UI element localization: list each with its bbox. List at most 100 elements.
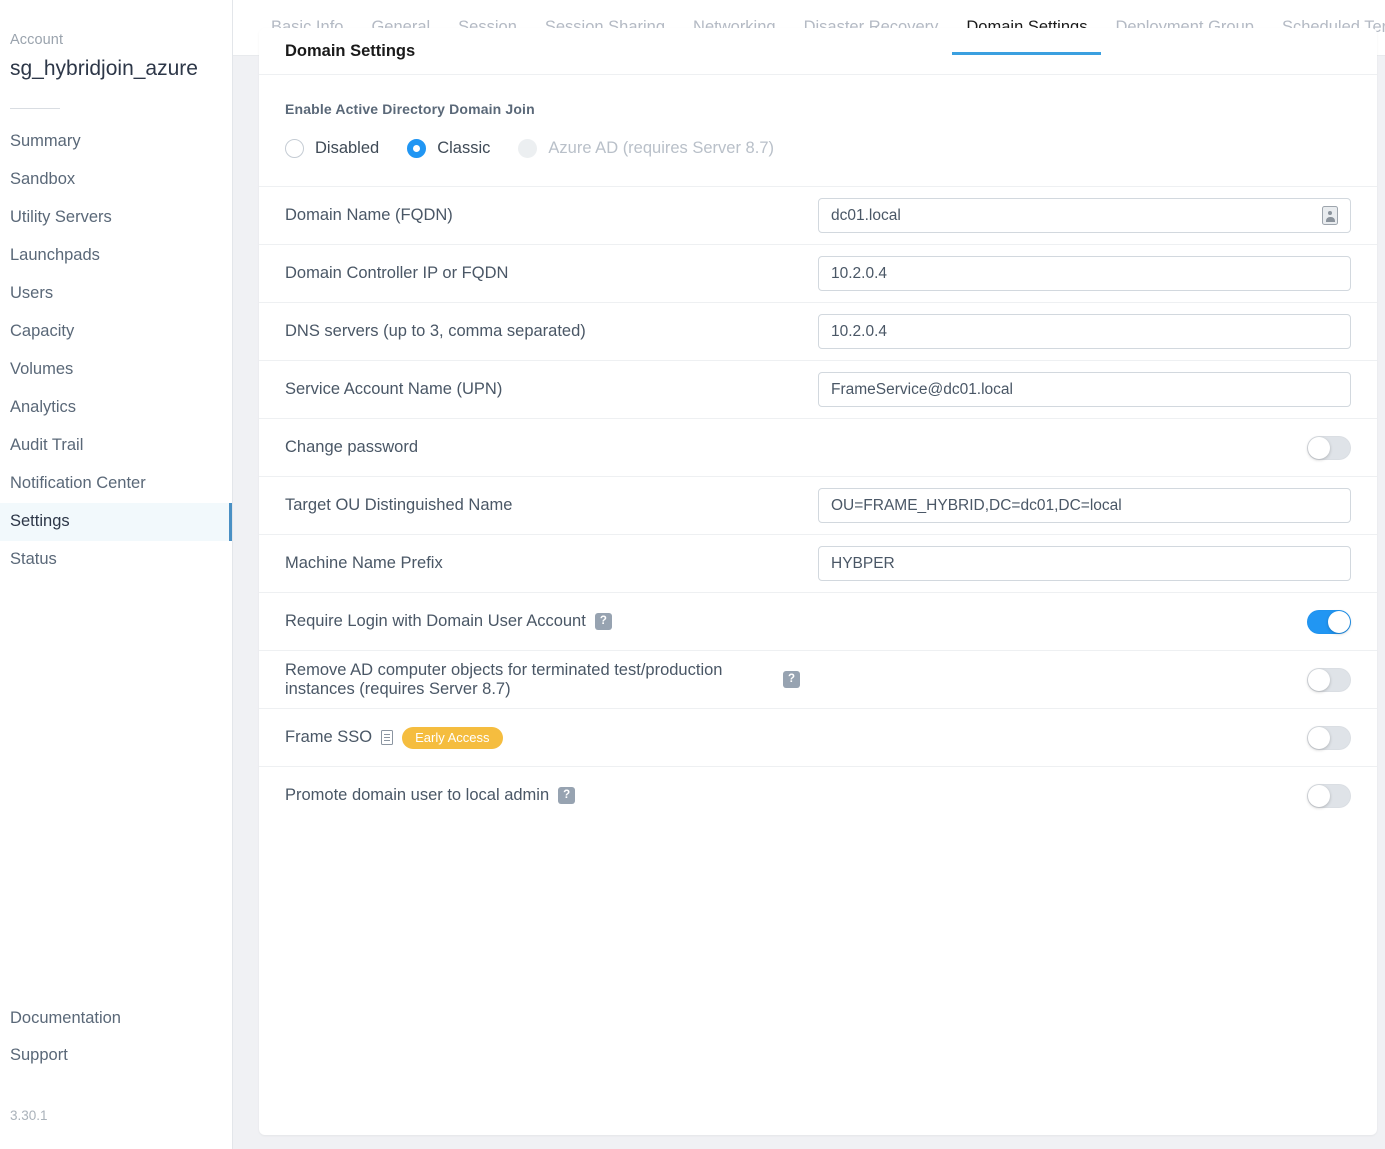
sidebar-divider (10, 107, 60, 109)
radio-option-classic[interactable]: Classic (407, 139, 490, 158)
settings-row-target-ou-distinguished-name: Target OU Distinguished Name OU=FRAME_HYB… (259, 476, 1377, 534)
sidebar-item-summary[interactable]: Summary (0, 123, 232, 161)
text-input-value: FrameService@dc01.local (831, 380, 1013, 398)
sidebar-item-label: Audit Trail (10, 436, 84, 455)
settings-row-dns-servers-up-to-3-comma-separated: DNS servers (up to 3, comma separated) 10… (259, 302, 1377, 360)
sidebar-item-notification-center[interactable]: Notification Center (0, 465, 232, 503)
radio-option-label: Azure AD (requires Server 8.7) (548, 139, 774, 157)
sidebar-item-label: Users (10, 284, 54, 303)
toggle-knob (1308, 784, 1330, 807)
row-label-text: Require Login with Domain User Account (285, 612, 586, 630)
row-label: Require Login with Domain User Account? (285, 612, 818, 631)
domain-settings-card: Domain Settings Enable Active Directory … (259, 28, 1377, 1135)
sidebar-item-label: Analytics (10, 398, 77, 417)
sidebar-item-utility-servers[interactable]: Utility Servers (0, 199, 232, 237)
status-badge[interactable]: Early Access (402, 726, 503, 749)
settings-row-frame-sso: Frame SSO Early Access (259, 708, 1377, 766)
toggle-knob (1308, 436, 1330, 459)
text-input-dns-servers-up-to-3-comma-separated[interactable]: 10.2.0.4 (818, 314, 1351, 349)
sidebar-nav: Summary Sandbox Utility Servers Launchpads U… (0, 123, 232, 579)
radio-icon (407, 139, 427, 158)
row-control (818, 667, 1351, 692)
radio-icon (285, 139, 304, 158)
radio-icon (518, 139, 538, 158)
row-label-text: Domain Name (FQDN) (285, 206, 453, 224)
row-label: Domain Name (FQDN) (285, 206, 818, 225)
sidebar-item-analytics[interactable]: Analytics (0, 389, 232, 427)
text-input-domain-name-fqdn[interactable]: dc01.local (818, 198, 1351, 233)
toggle-knob (1308, 726, 1330, 749)
row-label-text: Promote domain user to local admin (285, 786, 550, 804)
text-input-target-ou-distinguished-name[interactable]: OU=FRAME_HYBRID,DC=dc01,DC=local (818, 488, 1351, 523)
settings-row-change-password: Change password (259, 418, 1377, 476)
row-label-text: Machine Name Prefix (285, 554, 443, 572)
sidebar-item-volumes[interactable]: Volumes (0, 351, 232, 389)
help-icon[interactable]: ? (594, 613, 612, 630)
text-input-service-account-name-upn[interactable]: FrameService@dc01.local (818, 372, 1351, 407)
row-label-text: DNS servers (up to 3, comma separated) (285, 322, 586, 340)
help-icon[interactable]: ? (783, 671, 800, 688)
row-control: FrameService@dc01.local (818, 372, 1351, 407)
sidebar-item-users[interactable]: Users (0, 275, 232, 313)
toggle-frame-sso[interactable] (1307, 725, 1351, 750)
sidebar-item-sandbox[interactable]: Sandbox (0, 161, 232, 199)
row-label: Frame SSO Early Access (285, 726, 818, 749)
settings-row-service-account-name-upn: Service Account Name (UPN) FrameService@d… (259, 360, 1377, 418)
toggle-promote-domain-user-to-local-admin[interactable] (1307, 783, 1351, 808)
sidebar-item-label: Status (10, 550, 57, 569)
document-icon[interactable] (381, 730, 394, 745)
toggle-require-login-with-domain-user-account[interactable] (1307, 609, 1351, 634)
sidebar-item-settings[interactable]: Settings (0, 502, 232, 541)
row-control (818, 435, 1351, 460)
sidebar-item-launchpads[interactable]: Launchpads (0, 237, 232, 275)
help-icon[interactable]: ? (558, 787, 576, 804)
sidebar-footer-label: Documentation (10, 1009, 121, 1027)
sidebar-item-status[interactable]: Status (0, 541, 232, 579)
ad-join-section-title: Enable Active Directory Domain Join (285, 101, 535, 117)
text-input-value: OU=FRAME_HYBRID,DC=dc01,DC=local (831, 496, 1122, 514)
radio-option-disabled[interactable]: Disabled (285, 139, 379, 158)
sidebar-item-label: Sandbox (10, 170, 76, 189)
row-control (818, 725, 1351, 750)
row-control: dc01.local (818, 198, 1351, 233)
row-label: Domain Controller IP or FQDN (285, 264, 818, 283)
settings-row-require-login-with-domain-user-account: Require Login with Domain User Account? (259, 592, 1377, 650)
row-label-text: Target OU Distinguished Name (285, 496, 513, 514)
ad-join-radio-group: Disabled Classic Azure AD (requires Server… (285, 139, 1351, 158)
radio-option-label: Classic (437, 139, 491, 157)
row-control (818, 609, 1351, 634)
row-label: DNS servers (up to 3, comma separated) (285, 322, 818, 341)
autofill-contact-icon[interactable] (1322, 206, 1338, 225)
sidebar-item-label: Volumes (10, 360, 74, 379)
row-label: Change password (285, 438, 818, 457)
sidebar-item-label: Notification Center (10, 474, 146, 493)
radio-option-label: Disabled (315, 139, 380, 157)
sidebar-footer-label: Support (10, 1046, 68, 1064)
text-input-value: 10.2.0.4 (831, 264, 888, 282)
row-label: Promote domain user to local admin? (285, 786, 818, 805)
text-input-value: 10.2.0.4 (831, 322, 888, 340)
sidebar-footer-support[interactable]: Support (10, 1037, 232, 1074)
sidebar-item-label: Launchpads (10, 246, 100, 265)
toggle-change-password[interactable] (1307, 435, 1351, 460)
sidebar-footer-links: Documentation Support (0, 1000, 232, 1078)
row-label-text: Frame SSO (285, 728, 373, 746)
sidebar-item-audit-trail[interactable]: Audit Trail (0, 427, 232, 465)
text-input-machine-name-prefix[interactable]: HYBPER (818, 546, 1351, 581)
account-label: Account (10, 32, 64, 48)
text-input-domain-controller-ip-or-fqdn[interactable]: 10.2.0.4 (818, 256, 1351, 291)
row-control: HYBPER (818, 546, 1351, 581)
toggle-remove-ad-computer-objects-for-terminate[interactable] (1307, 667, 1351, 692)
row-control (818, 783, 1351, 808)
main-area: Basic Info General Session Session Sharing N… (233, 0, 1385, 1149)
card-title: Domain Settings (259, 28, 1377, 75)
row-label-text: Remove AD computer objects for terminate… (285, 660, 723, 698)
sidebar-item-capacity[interactable]: Capacity (0, 313, 232, 351)
settings-row-promote-domain-user-to-local-admin: Promote domain user to local admin? (259, 766, 1377, 824)
row-control: OU=FRAME_HYBRID,DC=dc01,DC=local (818, 488, 1351, 523)
settings-rows: Domain Name (FQDN) dc01.local Domain Contr… (259, 186, 1377, 824)
row-label: Remove AD computer objects for terminate… (285, 661, 818, 699)
text-input-value: dc01.local (831, 206, 901, 224)
sidebar-footer-documentation[interactable]: Documentation (10, 1000, 232, 1037)
